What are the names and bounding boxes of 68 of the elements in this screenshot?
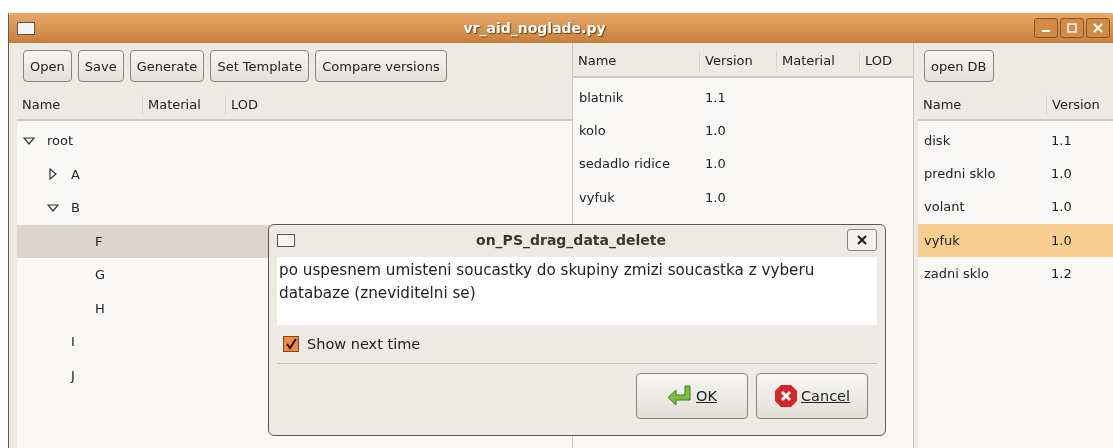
maximize-icon [1067, 23, 1077, 33]
open-db-button[interactable]: open DB [924, 50, 994, 82]
ok-button[interactable]: OK [636, 373, 748, 419]
cancel-button[interactable]: Cancel [756, 373, 868, 419]
table-row[interactable]: zadni sklo 1.2 [918, 256, 1113, 290]
checkbox[interactable] [283, 336, 299, 352]
table-cell: 1.0 [705, 189, 726, 205]
table-cell-text: zadni sklo [924, 265, 990, 281]
toolbar-button[interactable]: Save [77, 50, 124, 82]
column-header[interactable]: Material [143, 94, 226, 115]
toolbar-button[interactable]: Compare versions [315, 50, 447, 82]
tree-label: root [47, 133, 74, 149]
return-arrow-icon [667, 384, 694, 408]
toolbar-button[interactable]: Generate [129, 50, 205, 82]
table-cell-text: vyfuk [579, 189, 616, 205]
tree-row[interactable]: B [17, 191, 572, 225]
expanded-triangle-icon[interactable] [23, 134, 35, 147]
tree-row[interactable]: A [17, 157, 572, 191]
close-button[interactable] [847, 229, 877, 251]
tree-row[interactable]: root [17, 124, 572, 158]
tree-label: F [95, 233, 103, 249]
close-icon [857, 235, 867, 245]
collapsed-triangle-icon[interactable] [47, 168, 59, 181]
column-header[interactable]: LOD [226, 94, 264, 115]
tree-label: B [71, 200, 80, 216]
tree-label: J [71, 367, 75, 383]
table-cell: 1.2 [1051, 265, 1072, 281]
column-header[interactable]: LOD [860, 51, 898, 71]
table-cell: 1.0 [1051, 199, 1072, 215]
column-header[interactable]: Name [918, 94, 1047, 115]
cancel-icon [773, 384, 798, 408]
minimize-button[interactable] [1034, 18, 1058, 38]
table-row[interactable]: disk 1.1 [918, 124, 1113, 158]
table-cell-text: sedadlo ridice [579, 156, 671, 172]
table-cell: 1.0 [705, 156, 726, 172]
table-cell-text: vyfuk [924, 232, 961, 248]
table-cell-text: predni sklo [924, 166, 997, 182]
table-cell-text: blatnik [579, 90, 625, 106]
toolbar-button[interactable]: Set Template [210, 50, 310, 82]
table-cell-text: volant [924, 199, 966, 215]
maximize-button[interactable] [1060, 18, 1084, 38]
column-header[interactable]: Version [1047, 94, 1105, 115]
table-cell-text: kolo [579, 123, 607, 139]
column-header[interactable]: Name [573, 51, 700, 71]
table-cell: 1.1 [705, 90, 726, 106]
table-row[interactable]: predni sklo 1.0 [918, 157, 1113, 191]
table-row[interactable]: vyfuk 1.0 [918, 223, 1113, 257]
message-text: po uspesnem umisteni soucastky do skupiny zmizi soucastka z vyberu databaze (zneviditelni se) [279, 260, 816, 304]
table-cell-text: disk [924, 133, 952, 149]
toolbar-button[interactable]: Open [23, 50, 72, 82]
window-icon [277, 233, 295, 247]
close-button[interactable] [1086, 18, 1110, 38]
window-title: vr_aid_noglade.py [462, 20, 607, 36]
tree-label: A [71, 166, 80, 182]
column-header[interactable]: Material [777, 51, 860, 71]
minimize-icon [1042, 30, 1050, 32]
table-cell: 1.0 [1051, 166, 1072, 182]
column-header[interactable]: Version [700, 51, 777, 71]
expanded-triangle-icon[interactable] [47, 201, 59, 214]
table-row[interactable]: volant 1.0 [918, 190, 1113, 224]
table-cell: 1.0 [1051, 232, 1072, 248]
table-cell: 1.0 [705, 123, 726, 139]
window-icon [17, 21, 35, 35]
dialog-title: on_PS_drag_data_delete [475, 232, 667, 248]
column-header[interactable]: Name [17, 94, 143, 115]
close-icon [1093, 23, 1103, 33]
show-next-time-checkbox[interactable]: Show next time [277, 333, 877, 355]
table-cell: 1.1 [1051, 133, 1072, 149]
